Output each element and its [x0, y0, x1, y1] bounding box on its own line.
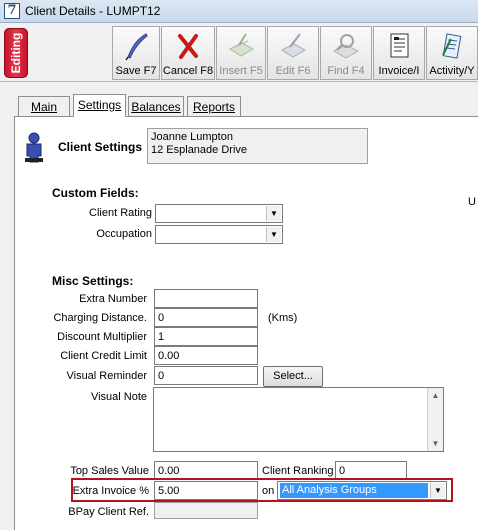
invoice-icon — [390, 33, 409, 58]
activity-button[interactable]: Activity/Y — [426, 26, 478, 80]
tab-settings[interactable]: Settings — [73, 94, 126, 117]
insert-icon — [228, 33, 255, 57]
client-rating-select[interactable]: ▼ — [155, 204, 283, 223]
save-button[interactable]: Save F7 — [112, 26, 160, 80]
on-label: on — [262, 485, 275, 497]
title-bar: 7 Client Details - LUMPT12 — [0, 0, 478, 23]
select-button[interactable]: Select... — [263, 366, 323, 387]
activity-button-label: Activity/Y — [429, 65, 475, 77]
chevron-down-icon: ▼ — [430, 483, 445, 498]
client-name: Joanne Lumpton — [151, 131, 233, 143]
charging-distance-unit: (Kms) — [268, 312, 298, 324]
edit-button-label: Edit F6 — [275, 65, 311, 77]
client-address: 12 Esplanade Drive — [151, 144, 248, 156]
app-icon: 7 — [4, 3, 20, 19]
invoice-button[interactable]: Invoice/I — [373, 26, 425, 80]
scroll-down-arrow-icon[interactable]: ▼ — [428, 436, 443, 451]
occupation-label: Occupation — [96, 228, 152, 240]
cancel-button[interactable]: Cancel F8 — [161, 26, 215, 80]
toolbar: Editing Save F7 Cancel F8 Insert F5 Edit… — [0, 24, 478, 82]
client-ranking-label: Client Ranking — [262, 465, 334, 477]
top-sales-value-label: Top Sales Value — [70, 465, 149, 477]
bpay-client-ref-label: BPay Client Ref. — [68, 506, 149, 518]
save-button-label: Save F7 — [115, 65, 157, 77]
activity-icon — [442, 33, 462, 59]
charging-distance-label: Charging Distance. — [53, 312, 147, 324]
analysis-group-select[interactable]: All Analysis Groups ▼ — [277, 481, 447, 500]
visual-note-textarea[interactable]: ▲ ▼ — [153, 387, 444, 452]
tab-settings-label: Settings — [77, 98, 122, 112]
charging-distance-input[interactable] — [154, 308, 258, 327]
edit-button[interactable]: Edit F6 — [267, 26, 319, 80]
editing-badge: Editing — [4, 28, 28, 78]
visual-reminder-input[interactable] — [154, 366, 258, 385]
stray-text: U — [468, 196, 476, 208]
visual-note-label: Visual Note — [90, 391, 147, 403]
scroll-up-arrow-icon[interactable]: ▲ — [428, 388, 443, 403]
bpay-client-ref-field — [154, 502, 258, 519]
chevron-down-icon: ▼ — [266, 227, 281, 242]
extra-invoice-label: Extra Invoice % — [72, 485, 149, 497]
editing-badge-label: Editing — [9, 32, 23, 74]
window-title: Client Details - LUMPT12 — [25, 4, 161, 18]
insert-button-label: Insert F5 — [219, 65, 263, 77]
extra-number-label: Extra Number — [79, 293, 147, 305]
quill-icon — [125, 33, 148, 61]
tab-balances-label: Balances — [131, 100, 181, 114]
person-icon — [25, 132, 43, 163]
analysis-group-value: All Analysis Groups — [280, 483, 428, 498]
occupation-select[interactable]: ▼ — [155, 225, 283, 244]
insert-button[interactable]: Insert F5 — [216, 26, 266, 80]
visual-note-scrollbar[interactable]: ▲ ▼ — [427, 388, 443, 451]
find-button[interactable]: Find F4 — [320, 26, 372, 80]
red-x-icon — [178, 34, 198, 59]
discount-multiplier-label: Discount Multiplier — [57, 331, 147, 343]
find-icon — [332, 34, 360, 59]
tab-reports[interactable]: Reports — [187, 96, 241, 116]
extra-invoice-input[interactable] — [154, 481, 258, 500]
tab-main-label: Main — [30, 100, 57, 114]
client-credit-limit-label: Client Credit Limit — [60, 350, 147, 362]
edit-icon — [280, 33, 307, 58]
invoice-button-label: Invoice/I — [378, 65, 420, 77]
cancel-button-label: Cancel F8 — [162, 65, 214, 77]
client-info-box: Joanne Lumpton 12 Esplanade Drive — [147, 128, 368, 164]
custom-fields-heading: Custom Fields: — [52, 186, 139, 200]
chevron-down-icon: ▼ — [266, 206, 281, 221]
find-button-label: Find F4 — [327, 65, 365, 77]
client-rating-label: Client Rating — [89, 207, 152, 219]
client-credit-limit-input[interactable] — [154, 346, 258, 365]
client-settings-heading: Client Settings — [58, 140, 143, 154]
visual-reminder-label: Visual Reminder — [66, 370, 147, 382]
tab-main[interactable]: Main — [18, 96, 70, 116]
misc-settings-heading: Misc Settings: — [52, 274, 134, 288]
extra-number-input[interactable] — [154, 289, 258, 308]
tab-balances[interactable]: Balances — [128, 96, 184, 116]
discount-multiplier-input[interactable] — [154, 327, 258, 346]
tab-reports-label: Reports — [192, 100, 236, 114]
